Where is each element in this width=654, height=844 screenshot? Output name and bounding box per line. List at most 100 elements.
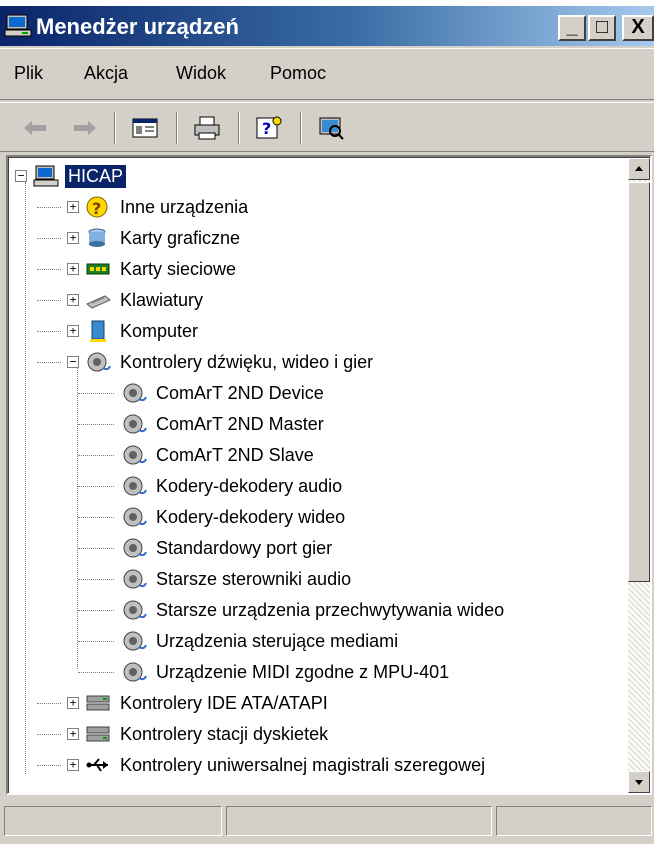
menu-widok[interactable]: Widok	[176, 63, 226, 84]
tree-line	[78, 548, 114, 549]
tree-category-label: Kontrolery dźwięku, wideo i gier	[120, 351, 374, 372]
tree-category-kontrolery-dzwieku[interactable]: Kontrolery dźwięku, wideo i gier	[85, 347, 376, 377]
expand-toggle[interactable]: +	[67, 294, 79, 306]
forward-arrow-icon[interactable]	[68, 111, 102, 145]
tree-category-label: Komputer	[120, 320, 199, 341]
tree-device-item[interactable]: Starsze sterowniki audio	[121, 564, 354, 594]
svg-text:?: ?	[262, 119, 271, 138]
minimize-button[interactable]: _	[558, 15, 586, 41]
menu-bar: Plik Akcja Widok Pomoc	[0, 48, 654, 100]
maximize-button[interactable]: □	[588, 15, 616, 41]
expand-toggle[interactable]: +	[67, 759, 79, 771]
tree-line	[78, 455, 114, 456]
menu-akcja[interactable]: Akcja	[84, 63, 128, 84]
expand-toggle[interactable]: +	[67, 263, 79, 275]
scan-hardware-icon[interactable]	[314, 111, 348, 145]
expand-toggle[interactable]: +	[67, 232, 79, 244]
device-manager-icon	[4, 14, 32, 37]
tree-line	[78, 610, 114, 611]
menu-plik[interactable]: Plik	[14, 63, 43, 84]
tree-device-label: Kodery-dekodery audio	[156, 475, 343, 496]
vertical-scrollbar[interactable]	[628, 158, 650, 793]
close-button[interactable]: X	[622, 15, 654, 41]
status-bar	[0, 800, 654, 844]
tree-line	[78, 486, 114, 487]
device-tree[interactable]: − HICAP + ? Inne urządzenia + Karty graf…	[6, 155, 652, 795]
device-manager-window: Menedżer urządzeń _ □ X Plik Akcja Widok…	[0, 0, 654, 844]
tree-category-komputer[interactable]: Komputer	[85, 316, 201, 346]
tree-device-item[interactable]: ComArT 2ND Device	[121, 378, 327, 408]
scroll-down-arrow-icon	[635, 780, 643, 785]
sound-device-icon	[123, 414, 147, 434]
tree-line	[37, 734, 61, 735]
tree-line	[78, 393, 114, 394]
device-tree-viewport: − HICAP + ? Inne urządzenia + Karty graf…	[8, 157, 650, 793]
tree-category-label: Klawiatury	[120, 289, 204, 310]
root-collapse-toggle[interactable]: −	[15, 170, 27, 182]
tree-device-label: Urządzenia sterujące mediami	[156, 630, 399, 651]
toolbar-separator	[238, 112, 240, 144]
tree-device-item[interactable]: Starsze urządzenia przechwytywania wideo	[121, 595, 507, 625]
tree-category-kontrolery-usb[interactable]: Kontrolery uniwersalnej magistrali szere…	[85, 750, 488, 780]
tree-category-kontrolery-stacji-dyskietek[interactable]: Kontrolery stacji dyskietek	[85, 719, 331, 749]
tree-device-item[interactable]: Urządzenia sterujące mediami	[121, 626, 401, 656]
tree-line	[25, 182, 26, 774]
tree-category-klawiatury[interactable]: Klawiatury	[85, 285, 206, 315]
menu-pomoc[interactable]: Pomoc	[270, 63, 326, 84]
tree-category-label: Karty sieciowe	[120, 258, 237, 279]
tree-line	[37, 269, 61, 270]
scroll-up-button[interactable]	[628, 158, 650, 180]
tree-category-kontrolery-ide[interactable]: Kontrolery IDE ATA/ATAPI	[85, 688, 331, 718]
tree-line	[78, 641, 114, 642]
tree-category-karty-graficzne[interactable]: Karty graficzne	[85, 223, 243, 253]
unknown-device-icon: ?	[86, 196, 108, 218]
tree-device-label: ComArT 2ND Master	[156, 413, 324, 434]
tree-line	[78, 517, 114, 518]
expand-toggle[interactable]: +	[67, 728, 79, 740]
tree-device-item[interactable]: Kodery-dekodery wideo	[121, 502, 348, 532]
scroll-up-arrow-icon	[635, 166, 643, 171]
tree-category-karty-sieciowe[interactable]: Karty sieciowe	[85, 254, 239, 284]
network-adapter-icon	[86, 263, 110, 275]
tree-category-label: Kontrolery IDE ATA/ATAPI	[120, 692, 328, 713]
tree-category-label: Kontrolery uniwersalnej magistrali szere…	[120, 754, 486, 775]
tree-line	[37, 765, 61, 766]
scroll-thumb[interactable]	[628, 182, 650, 582]
tree-device-label: Starsze urządzenia przechwytywania wideo	[156, 599, 505, 620]
tree-device-item[interactable]: Standardowy port gier	[121, 533, 335, 563]
tree-device-label: Standardowy port gier	[156, 537, 333, 558]
expand-toggle[interactable]: +	[67, 201, 79, 213]
title-bar[interactable]: Menedżer urządzeń _ □ X	[0, 6, 654, 46]
tree-device-item[interactable]: Kodery-dekodery audio	[121, 471, 345, 501]
minimize-glyph: _	[566, 16, 578, 38]
tree-root[interactable]: HICAP	[33, 161, 127, 191]
svg-text:?: ?	[92, 199, 101, 218]
sound-device-icon	[123, 445, 147, 465]
print-icon[interactable]	[190, 111, 224, 145]
tree-device-item[interactable]: ComArT 2ND Master	[121, 409, 327, 439]
properties-icon[interactable]	[128, 111, 162, 145]
tree-device-item[interactable]: Urządzenie MIDI zgodne z MPU-401	[121, 657, 452, 687]
tree-device-label: ComArT 2ND Slave	[156, 444, 314, 465]
collapse-toggle[interactable]: −	[67, 356, 79, 368]
back-arrow-icon[interactable]	[18, 111, 52, 145]
sound-device-icon	[123, 383, 147, 403]
ide-controller-icon	[86, 695, 110, 711]
expand-toggle[interactable]: +	[67, 697, 79, 709]
usb-icon	[86, 758, 108, 772]
tree-line	[37, 331, 61, 332]
tree-line	[37, 300, 61, 301]
status-panel	[4, 806, 222, 836]
expand-toggle[interactable]: +	[67, 325, 79, 337]
computer-icon	[33, 165, 59, 187]
window-title: Menedżer urządzeń	[36, 14, 239, 39]
tree-device-item[interactable]: ComArT 2ND Slave	[121, 440, 317, 470]
computer-icon	[90, 320, 106, 342]
scroll-down-button[interactable]	[628, 771, 650, 793]
tree-device-label: Starsze sterowniki audio	[156, 568, 352, 589]
tree-category-inne-urzadzenia[interactable]: ? Inne urządzenia	[85, 192, 251, 222]
tree-line	[37, 238, 61, 239]
help-icon[interactable]: ?	[252, 111, 286, 145]
tree-category-label: Inne urządzenia	[120, 196, 249, 217]
sound-device-icon	[123, 600, 147, 620]
